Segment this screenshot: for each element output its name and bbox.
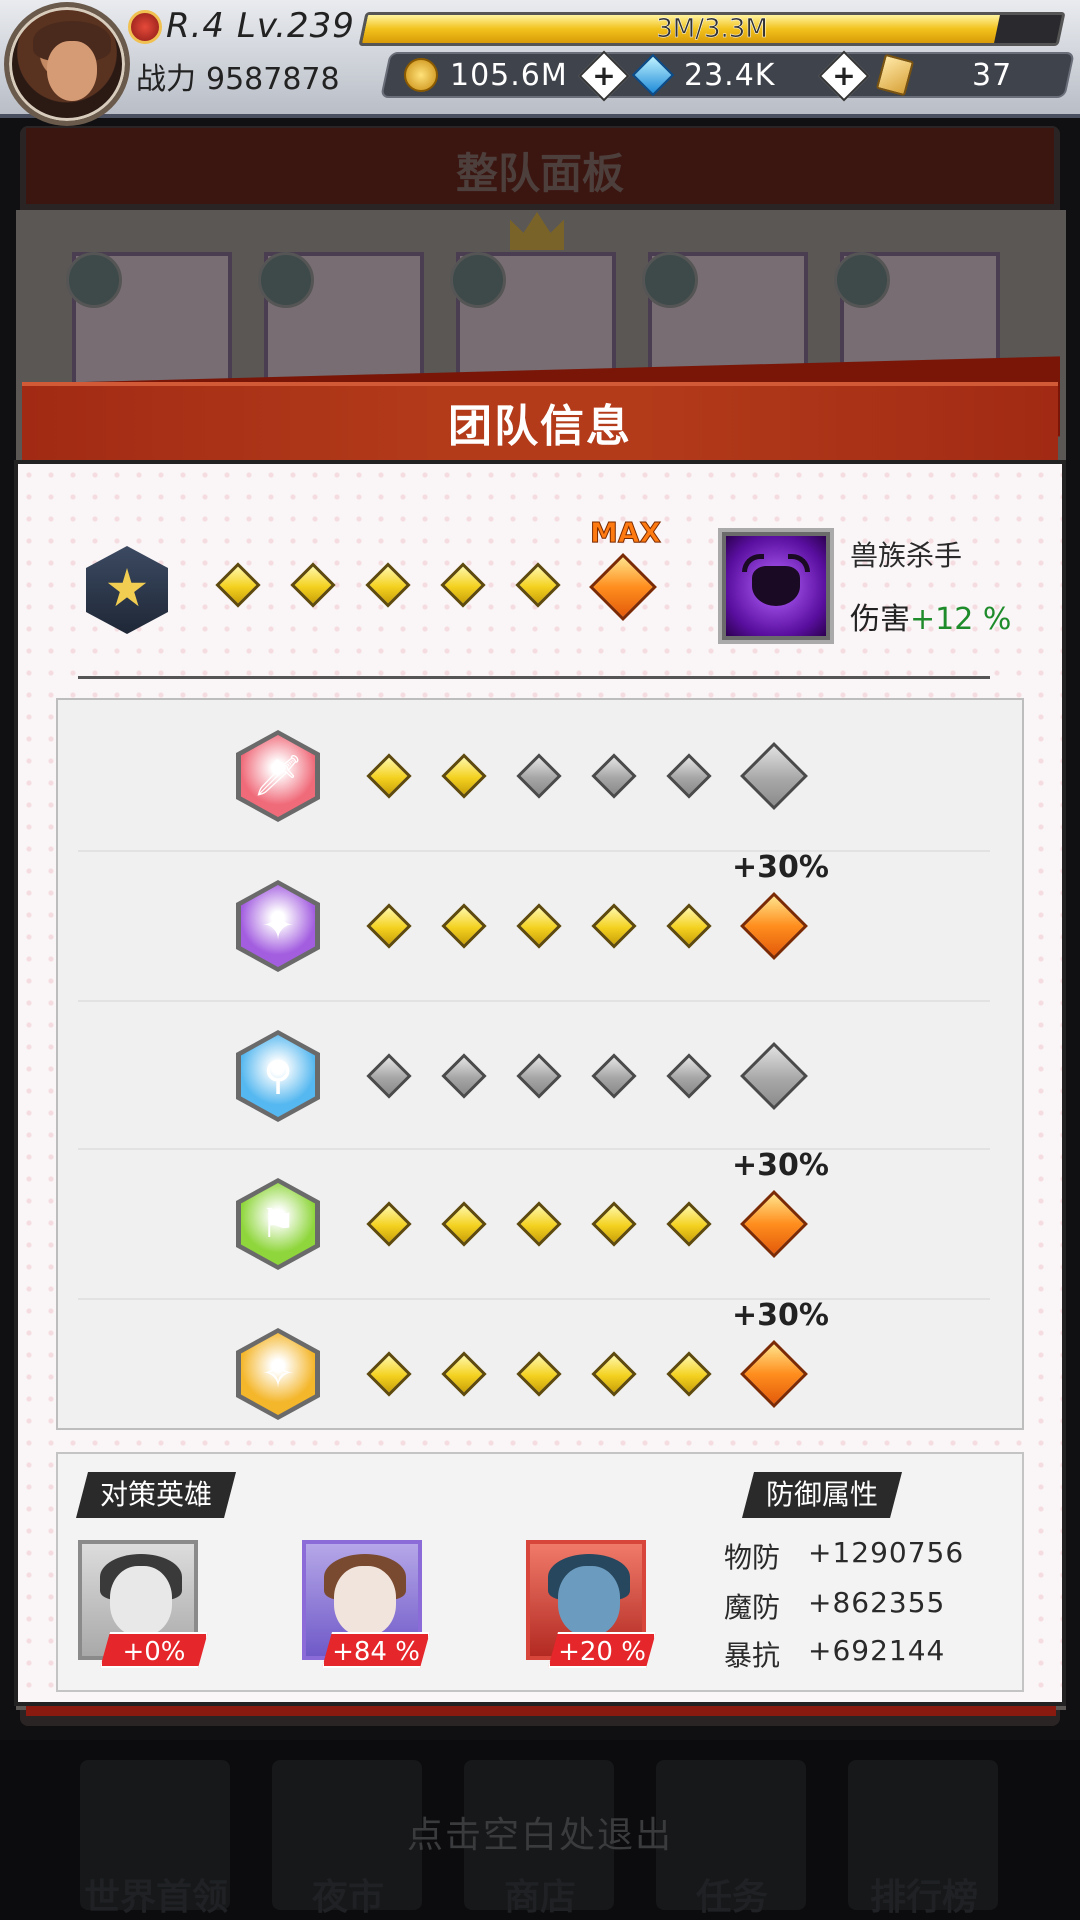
- exp-text: 3M/3.3M: [656, 14, 768, 45]
- bonus-effect-label: 伤害: [850, 602, 910, 637]
- gold-coin-icon: [404, 58, 438, 92]
- gold-resource: 105.6M: [404, 52, 568, 98]
- defense-crit-resist-label: 暴抗: [724, 1639, 781, 1672]
- diamond-amount: 23.4K: [684, 57, 776, 93]
- counter-heroes-tag: 对策英雄: [76, 1472, 236, 1518]
- tap-to-exit-hint[interactable]: 点击空白处退出: [0, 1806, 1080, 1858]
- defense-crit-resist-value: +692144: [808, 1634, 946, 1667]
- combat-power-value: 9587878: [206, 62, 340, 97]
- class-bonus-percent: +30%: [732, 1298, 829, 1333]
- counter-hero-1-bonus: +0%: [100, 1632, 208, 1668]
- combat-power-label: 战力: [136, 62, 196, 97]
- defense-attributes-tag: 防御属性: [742, 1472, 902, 1518]
- defense-magic-value: +862355: [808, 1586, 946, 1619]
- diamond-icon: [631, 53, 675, 97]
- class-badge-icon: [450, 252, 506, 308]
- section-divider: [78, 676, 990, 679]
- bonus-name: 兽族杀手: [850, 539, 963, 572]
- row-separator: [78, 1148, 990, 1150]
- nav-label: 夜市: [311, 1877, 384, 1918]
- max-label: MAX: [589, 516, 662, 550]
- nav-label: 商店: [503, 1877, 576, 1918]
- ticket-resource: 37: [875, 52, 1013, 98]
- gold-amount: 105.6M: [450, 57, 568, 93]
- rank-badge-icon: [128, 10, 162, 44]
- background-panel-title: 整队面板: [455, 149, 624, 198]
- defense-magic-label: 魔防: [724, 1591, 781, 1624]
- counter-hero-2-bonus: +84 %: [322, 1632, 430, 1668]
- diamond-resource: 23.4K: [631, 52, 776, 98]
- bonus-effect: 伤害+12 %: [850, 594, 1011, 638]
- row-separator: [78, 1000, 990, 1002]
- class-bonus-percent: +30%: [732, 850, 829, 885]
- player-avatar[interactable]: [4, 2, 130, 126]
- bonus-effect-value: +12 %: [910, 602, 1012, 637]
- game-screen: { "topbar": { "rank": "R.4 Lv.239", "exp…: [0, 0, 1080, 1920]
- class-badge-icon: [258, 252, 314, 308]
- bull-head-icon[interactable]: [718, 528, 834, 644]
- row-separator: [78, 1298, 990, 1300]
- counter-hero-3-bonus: +20 %: [548, 1632, 656, 1668]
- nav-label: 任务: [695, 1877, 768, 1918]
- dialog-title: 团队信息: [448, 401, 632, 452]
- row-separator: [78, 850, 990, 852]
- combat-power: 战力 9587878: [136, 54, 340, 98]
- class-badge-icon: [66, 252, 122, 308]
- defense-physical-label: 物防: [724, 1541, 781, 1574]
- defense-physical-value: +1290756: [808, 1536, 965, 1569]
- class-badge-icon: [642, 252, 698, 308]
- nav-label: 排行榜: [869, 1877, 978, 1918]
- nav-label: 世界首领: [83, 1877, 228, 1918]
- player-rank-level: R.4 Lv.239: [166, 6, 355, 46]
- class-badge-icon: [834, 252, 890, 308]
- ticket-icon: [875, 53, 915, 97]
- class-bonus-percent: +30%: [732, 1148, 829, 1183]
- ticket-amount: 37: [972, 57, 1013, 93]
